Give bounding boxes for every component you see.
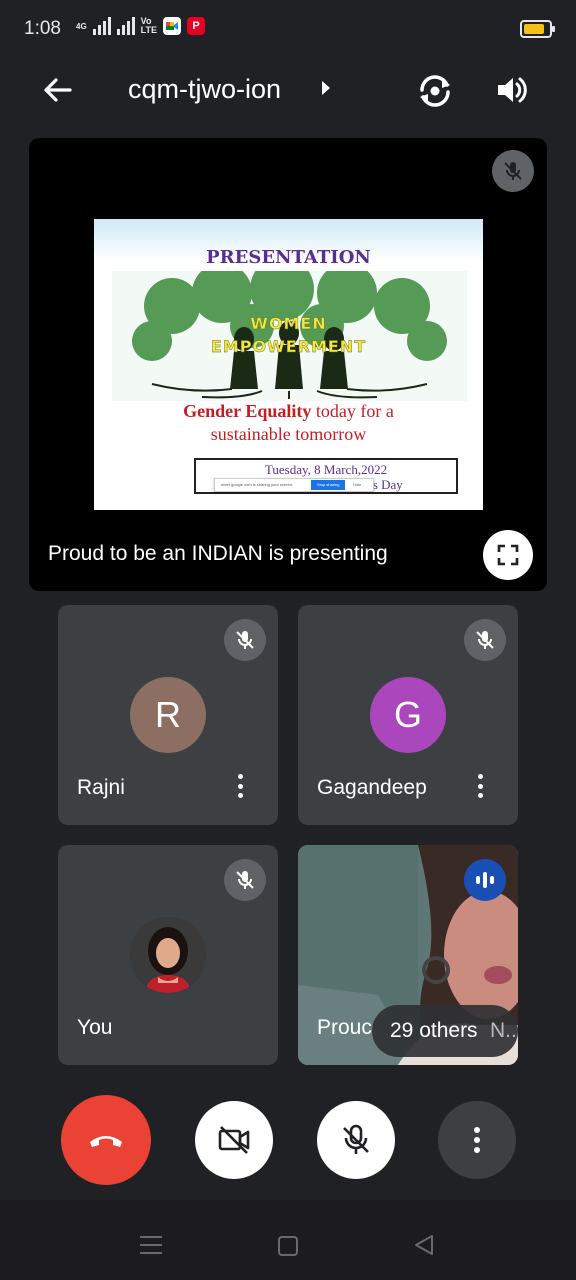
hide-link: Hide bbox=[353, 482, 362, 487]
switch-camera-button[interactable] bbox=[414, 70, 456, 112]
battery-icon bbox=[520, 20, 555, 38]
participant-tile-you[interactable]: You bbox=[58, 845, 278, 1065]
participant-name: Prouc bbox=[317, 1016, 372, 1039]
signal-icon bbox=[116, 17, 135, 35]
participant-tile-gagandeep[interactable]: G Gagandeep bbox=[298, 605, 518, 825]
caret-right-icon[interactable] bbox=[322, 81, 330, 95]
participant-name: You bbox=[77, 1016, 113, 1039]
slide-women-text: WOMEN bbox=[250, 314, 327, 333]
pinterest-app-icon: P bbox=[187, 17, 206, 35]
slide-gender-bold: Gender Equality bbox=[183, 401, 312, 421]
status-bar: 1:08 4G Vo LTE P bbox=[0, 0, 576, 58]
google-meet-app-icon bbox=[163, 17, 182, 35]
muted-badge bbox=[492, 150, 534, 192]
system-nav-bar bbox=[0, 1200, 576, 1280]
participant-name: Rajni bbox=[77, 776, 125, 799]
mic-off-icon bbox=[343, 1124, 369, 1154]
stop-sharing-button: Stop sharing bbox=[311, 480, 346, 490]
slide-gender-line: Gender Equality today for a bbox=[94, 401, 483, 422]
call-controls bbox=[0, 1085, 576, 1195]
avatar-photo bbox=[130, 917, 206, 993]
recents-icon[interactable] bbox=[140, 1236, 162, 1254]
slide-date-box: Tuesday, 8 March,2022 n's Day meet.googl… bbox=[194, 458, 458, 494]
presentation-tile[interactable]: PRESENTATION WOMEN EMPOWERMENT Gender Eq… bbox=[29, 138, 547, 591]
participant-name: Gagandeep bbox=[317, 776, 427, 799]
participant-tile-rajni[interactable]: R Rajni bbox=[58, 605, 278, 825]
slide-sustainable-line: sustainable tomorrow bbox=[210, 424, 367, 444]
meeting-header: cqm-tjwo-ion bbox=[0, 58, 576, 122]
presentation-slide: PRESENTATION WOMEN EMPOWERMENT Gender Eq… bbox=[94, 219, 483, 510]
avatar: R bbox=[130, 677, 206, 753]
mic-off-icon bbox=[236, 871, 254, 889]
profile-photo-icon bbox=[130, 917, 206, 993]
meeting-code[interactable]: cqm-tjwo-ion bbox=[128, 74, 281, 105]
slide-gender-rest: today for a bbox=[311, 401, 394, 421]
volume-icon bbox=[498, 77, 527, 103]
arrow-left-icon bbox=[44, 78, 72, 102]
muted-badge bbox=[224, 619, 266, 661]
screen-share-notice: meet.google.com is sharing your screen. … bbox=[214, 478, 374, 492]
mic-off-icon bbox=[504, 162, 522, 180]
mic-off-icon bbox=[236, 631, 254, 649]
volte-label: Vo LTE bbox=[140, 16, 158, 35]
women-tree-illustration bbox=[112, 271, 467, 401]
participant-name-tail: N... bbox=[490, 1019, 516, 1042]
avatar: G bbox=[370, 677, 446, 753]
back-triangle-icon[interactable] bbox=[414, 1234, 434, 1256]
more-options-button[interactable] bbox=[438, 1101, 516, 1179]
muted-badge bbox=[224, 859, 266, 901]
slide-title: PRESENTATION bbox=[206, 247, 371, 268]
home-icon[interactable] bbox=[278, 1236, 298, 1256]
others-count-badge[interactable]: 29 others N... bbox=[372, 1005, 518, 1057]
muted-badge bbox=[464, 619, 506, 661]
speaking-indicator-icon bbox=[464, 859, 506, 901]
switch-camera-icon bbox=[420, 75, 450, 107]
end-call-button[interactable] bbox=[61, 1095, 151, 1185]
network-4g-label: 4G bbox=[76, 21, 87, 31]
status-icons: 4G Vo LTE P bbox=[76, 16, 206, 35]
back-button[interactable] bbox=[40, 72, 76, 108]
more-vertical-icon bbox=[474, 1127, 480, 1153]
speaker-button[interactable] bbox=[492, 70, 532, 110]
share-message: meet.google.com is sharing your screen. bbox=[221, 482, 294, 487]
more-options-button[interactable] bbox=[468, 769, 492, 803]
status-time: 1:08 bbox=[24, 18, 61, 39]
camera-off-icon bbox=[218, 1126, 250, 1154]
hang-up-icon bbox=[90, 1136, 122, 1147]
presenter-caption: Proud to be an INDIAN is presenting bbox=[48, 542, 388, 565]
participant-tile-video[interactable]: Prouc 29 others N... bbox=[298, 845, 518, 1065]
microphone-toggle-button[interactable] bbox=[317, 1101, 395, 1179]
slide-empowerment-text: EMPOWERMENT bbox=[210, 337, 367, 356]
fullscreen-button[interactable] bbox=[483, 530, 533, 580]
fullscreen-icon bbox=[497, 544, 519, 566]
slide-date: Tuesday, 8 March,2022 bbox=[264, 462, 388, 477]
mic-off-icon bbox=[476, 631, 494, 649]
others-count: 29 others bbox=[390, 1019, 478, 1042]
signal-icon bbox=[92, 17, 111, 35]
camera-toggle-button[interactable] bbox=[195, 1101, 273, 1179]
more-options-button[interactable] bbox=[228, 769, 252, 803]
